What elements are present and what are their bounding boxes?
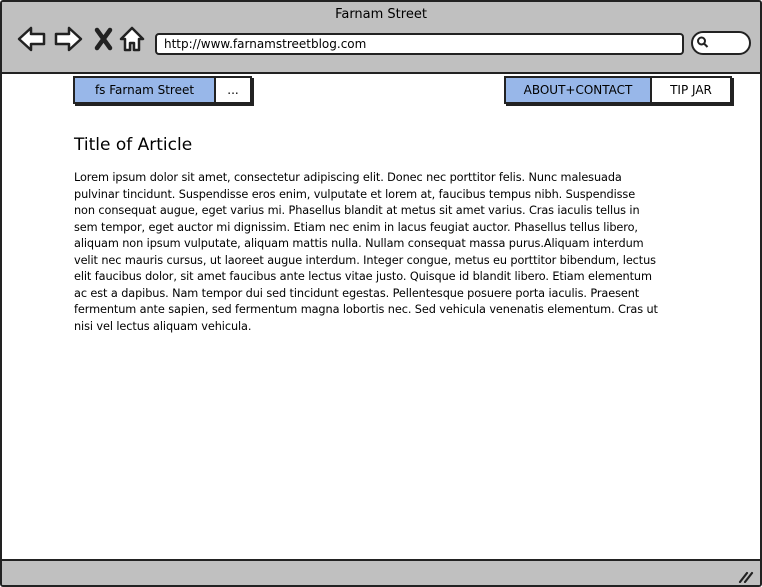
close-x-icon[interactable] bbox=[90, 24, 120, 54]
browser-toolbar: Farnam Street http://www.farnamstreetblo… bbox=[2, 2, 760, 74]
back-arrow-icon[interactable] bbox=[17, 24, 47, 54]
nav-about-contact-button[interactable]: ABOUT+CONTACT bbox=[506, 78, 650, 102]
search-box[interactable] bbox=[691, 31, 751, 55]
home-icon[interactable] bbox=[117, 24, 147, 54]
page-content: fs Farnam Street ... ABOUT+CONTACT TIP J… bbox=[2, 74, 760, 559]
window-title: Farnam Street bbox=[335, 7, 427, 22]
article-body: Lorem ipsum dolor sit amet, consectetur … bbox=[74, 171, 658, 333]
nav-tip-jar-button[interactable]: TIP JAR bbox=[650, 78, 730, 102]
article-title: Title of Article bbox=[74, 135, 193, 155]
browser-window: Farnam Street http://www.farnamstreetblo… bbox=[0, 0, 762, 587]
status-bar bbox=[2, 559, 760, 585]
left-nav-bar: fs Farnam Street ... bbox=[73, 76, 252, 104]
search-icon bbox=[697, 36, 709, 48]
right-nav-bar: ABOUT+CONTACT TIP JAR bbox=[504, 76, 732, 104]
address-bar[interactable]: http://www.farnamstreetblog.com bbox=[155, 33, 684, 55]
nav-home-button[interactable]: fs Farnam Street bbox=[75, 78, 214, 102]
forward-arrow-icon[interactable] bbox=[53, 24, 83, 54]
resize-grip-icon[interactable] bbox=[738, 569, 754, 583]
nav-more-button[interactable]: ... bbox=[214, 78, 250, 102]
